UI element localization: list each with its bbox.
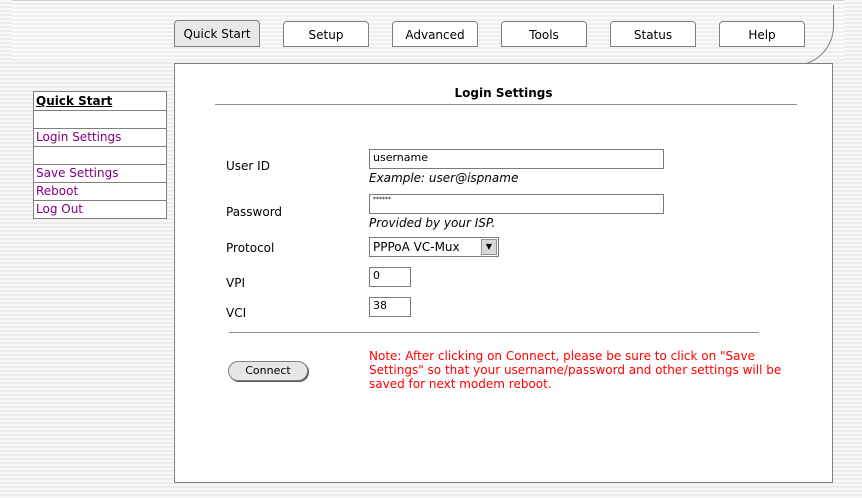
login-settings-panel: Login Settings User ID username Example:… (174, 63, 833, 483)
protocol-select[interactable]: PPPoA VC-Mux ▼ (369, 237, 499, 257)
tab-help[interactable]: Help (719, 21, 805, 47)
password-hint: Provided by your ISP. (369, 216, 496, 230)
protocol-label: Protocol (226, 241, 275, 255)
form-divider (229, 332, 759, 333)
chevron-down-icon[interactable]: ▼ (481, 239, 497, 255)
page-title: Login Settings (454, 86, 553, 100)
sidebar: Quick Start Login Settings Save Settings… (33, 91, 167, 219)
tab-tools[interactable]: Tools (501, 21, 587, 47)
password-input[interactable]: ****** (369, 194, 664, 214)
sidebar-item-log-out[interactable]: Log Out (34, 201, 166, 218)
tab-setup[interactable]: Setup (283, 21, 369, 47)
connect-button[interactable]: Connect (228, 361, 308, 381)
vpi-input[interactable]: 0 (369, 267, 411, 287)
user-id-input[interactable]: username (369, 149, 664, 169)
vci-input[interactable]: 38 (369, 297, 411, 317)
tab-status[interactable]: Status (610, 21, 696, 47)
title-divider (215, 104, 797, 105)
vpi-label: VPI (226, 276, 245, 290)
sidebar-spacer (34, 111, 166, 129)
sidebar-spacer (34, 147, 166, 165)
sidebar-title: Quick Start (34, 92, 166, 111)
user-id-label: User ID (226, 159, 270, 173)
vci-label: VCI (226, 306, 247, 320)
sidebar-item-login-settings[interactable]: Login Settings (34, 129, 166, 147)
tab-advanced[interactable]: Advanced (392, 21, 478, 47)
password-label: Password (226, 205, 283, 219)
user-id-hint: Example: user@ispname (369, 171, 519, 185)
protocol-selected-value: PPPoA VC-Mux (373, 240, 460, 254)
sidebar-item-reboot[interactable]: Reboot (34, 183, 166, 201)
sidebar-item-save-settings[interactable]: Save Settings (34, 165, 166, 183)
tab-quick-start[interactable]: Quick Start (174, 20, 260, 47)
save-settings-note: Note: After clicking on Connect, please … (369, 349, 782, 391)
